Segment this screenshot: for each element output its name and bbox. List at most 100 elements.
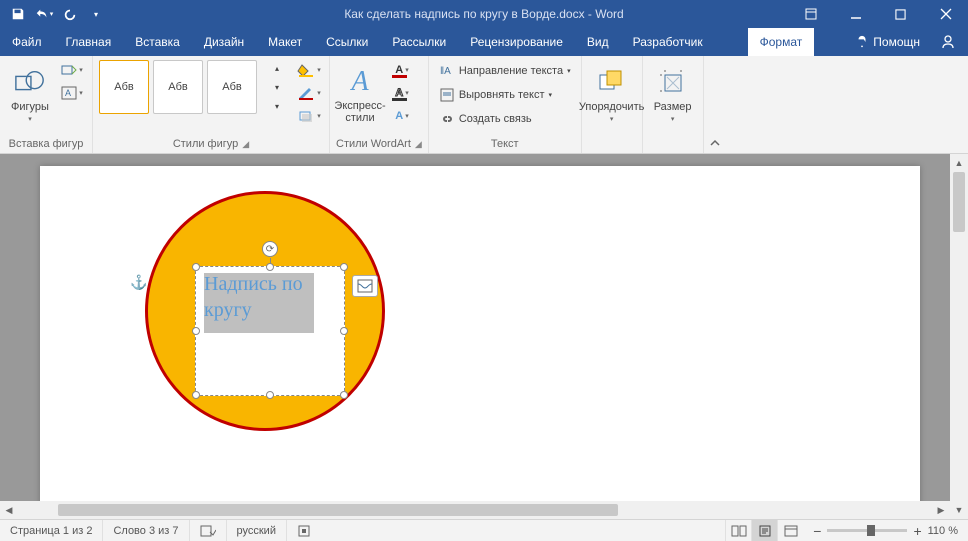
zoom-slider-thumb[interactable] (867, 525, 875, 536)
style-gallery-up[interactable]: ▴ (263, 60, 291, 76)
tab-view[interactable]: Вид (575, 28, 621, 56)
zoom-level[interactable]: 110 % (928, 525, 958, 537)
page-indicator[interactable]: Страница 1 из 2 (0, 520, 103, 541)
resize-handle-se[interactable] (340, 391, 348, 399)
tab-developer[interactable]: Разработчик (621, 28, 715, 56)
resize-handle-s[interactable] (266, 391, 274, 399)
macro-indicator[interactable] (287, 520, 321, 541)
tab-mailings[interactable]: Рассылки (380, 28, 458, 56)
group-text-label: Текст (435, 135, 575, 153)
group-wordart-styles: A Экспресс-стили A▾ A▾ A▾ Стили WordArt ◢ (330, 56, 429, 153)
ribbon-tabs: Файл Главная Вставка Дизайн Макет Ссылки… (0, 28, 968, 56)
shapes-button[interactable]: Фигуры ▾ (6, 60, 54, 130)
text-fill-button[interactable]: A▾ (388, 60, 416, 80)
create-link-button[interactable]: Создать связь (435, 108, 575, 130)
shape-style-1[interactable]: Абв (99, 60, 149, 114)
arrange-label: Упорядочить (579, 101, 644, 113)
tab-insert[interactable]: Вставка (123, 28, 192, 56)
text-effects-button[interactable]: A▾ (388, 106, 416, 126)
shape-outline-button[interactable]: ▾ (295, 83, 323, 103)
redo-button[interactable] (58, 2, 82, 26)
group-insert-shapes: Фигуры ▾ ▾ A▾ Вставка фигур (0, 56, 93, 153)
shape-style-3[interactable]: Абв (207, 60, 257, 114)
layout-options-button[interactable] (352, 275, 378, 297)
text-outline-button[interactable]: A▾ (388, 83, 416, 103)
scroll-right-button[interactable]: ▶ (932, 505, 950, 516)
qat-customize-button[interactable]: ▾ (84, 2, 108, 26)
vscroll-thumb[interactable] (953, 172, 965, 232)
vertical-scrollbar[interactable]: ▲ ▼ (950, 154, 968, 519)
group-shape-styles: Абв Абв Абв ▴ ▾ ▾ ▾ ▾ ▾ Стили фигур ◢ (93, 56, 330, 153)
tab-review[interactable]: Рецензирование (458, 28, 575, 56)
undo-button[interactable]: ▾ (32, 2, 56, 26)
share-button[interactable] (928, 28, 968, 56)
resize-handle-nw[interactable] (192, 263, 200, 271)
rotate-handle[interactable]: ⟳ (262, 241, 278, 257)
shape-effects-button[interactable]: ▾ (295, 106, 323, 126)
page[interactable]: ⚓ Надпись по кругу ⟳ (40, 166, 920, 506)
draw-textbox-button[interactable]: A▾ (58, 83, 86, 103)
textbox-text[interactable]: Надпись по кругу (204, 271, 344, 323)
tab-file[interactable]: Файл (0, 28, 54, 56)
zoom-in-button[interactable]: + (913, 523, 921, 539)
spellcheck-button[interactable] (190, 520, 227, 541)
tab-references[interactable]: Ссылки (314, 28, 380, 56)
quick-styles-label: Экспресс-стили (334, 100, 385, 124)
language-indicator[interactable]: русский (227, 520, 287, 541)
size-icon (657, 67, 689, 99)
window-title: Как сделать надпись по кругу в Ворде.doc… (344, 7, 623, 21)
text-box[interactable]: Надпись по кругу ⟳ (195, 266, 345, 396)
web-layout-button[interactable] (777, 520, 803, 541)
shape-style-2[interactable]: Абв (153, 60, 203, 114)
tab-design[interactable]: Дизайн (192, 28, 256, 56)
group-shape-styles-label: Стили фигур (173, 138, 238, 150)
tell-me-label: Помощн (873, 35, 920, 49)
style-gallery-more[interactable]: ▾ (263, 98, 291, 114)
link-icon (439, 111, 455, 127)
zoom-out-button[interactable]: − (813, 523, 821, 539)
resize-handle-sw[interactable] (192, 391, 200, 399)
tell-me[interactable]: Помощн (847, 28, 928, 56)
group-text: ‖A Направление текста▾ Выровнять текст▾ … (429, 56, 582, 153)
group-insert-shapes-label: Вставка фигур (6, 135, 86, 153)
text-direction-button[interactable]: ‖A Направление текста▾ (435, 60, 575, 82)
edit-shape-button[interactable]: ▾ (58, 60, 86, 80)
zoom-slider[interactable] (827, 529, 907, 532)
arrange-button[interactable]: Упорядочить ▾ (588, 60, 636, 130)
maximize-button[interactable] (878, 0, 923, 28)
resize-handle-w[interactable] (192, 327, 200, 335)
collapse-ribbon-button[interactable] (704, 56, 726, 153)
group-wordart-label: Стили WordArt (336, 138, 411, 150)
scroll-down-button[interactable]: ▼ (950, 501, 968, 519)
style-gallery-down[interactable]: ▾ (263, 79, 291, 95)
close-button[interactable] (923, 0, 968, 28)
svg-text:A: A (65, 88, 71, 98)
document-area: ⚓ Надпись по кругу ⟳ ▲ ▼ ◀ ▶ (0, 154, 968, 519)
resize-handle-ne[interactable] (340, 263, 348, 271)
quick-styles-button[interactable]: A Экспресс-стили (336, 60, 384, 130)
size-button[interactable]: Размер ▾ (649, 60, 697, 130)
print-layout-button[interactable] (751, 520, 777, 541)
hscroll-thumb[interactable] (58, 504, 618, 516)
shape-styles-launcher[interactable]: ◢ (242, 139, 249, 150)
ribbon-options-button[interactable] (788, 0, 833, 28)
scroll-up-button[interactable]: ▲ (950, 154, 968, 172)
size-label: Размер (654, 101, 692, 113)
tab-layout[interactable]: Макет (256, 28, 314, 56)
align-text-button[interactable]: Выровнять текст▾ (435, 84, 575, 106)
resize-handle-e[interactable] (340, 327, 348, 335)
minimize-button[interactable] (833, 0, 878, 28)
word-count[interactable]: Слово 3 из 7 (103, 520, 189, 541)
wordart-launcher[interactable]: ◢ (415, 139, 422, 150)
window-controls (788, 0, 968, 28)
scroll-left-button[interactable]: ◀ (0, 505, 18, 516)
resize-handle-n[interactable] (266, 263, 274, 271)
tab-home[interactable]: Главная (54, 28, 124, 56)
horizontal-scrollbar[interactable]: ◀ ▶ (0, 501, 950, 519)
save-button[interactable] (6, 2, 30, 26)
align-text-icon (439, 87, 455, 103)
read-mode-button[interactable] (725, 520, 751, 541)
shapes-label: Фигуры (11, 101, 49, 113)
shape-fill-button[interactable]: ▾ (295, 60, 323, 80)
tab-format[interactable]: Формат (748, 28, 815, 56)
